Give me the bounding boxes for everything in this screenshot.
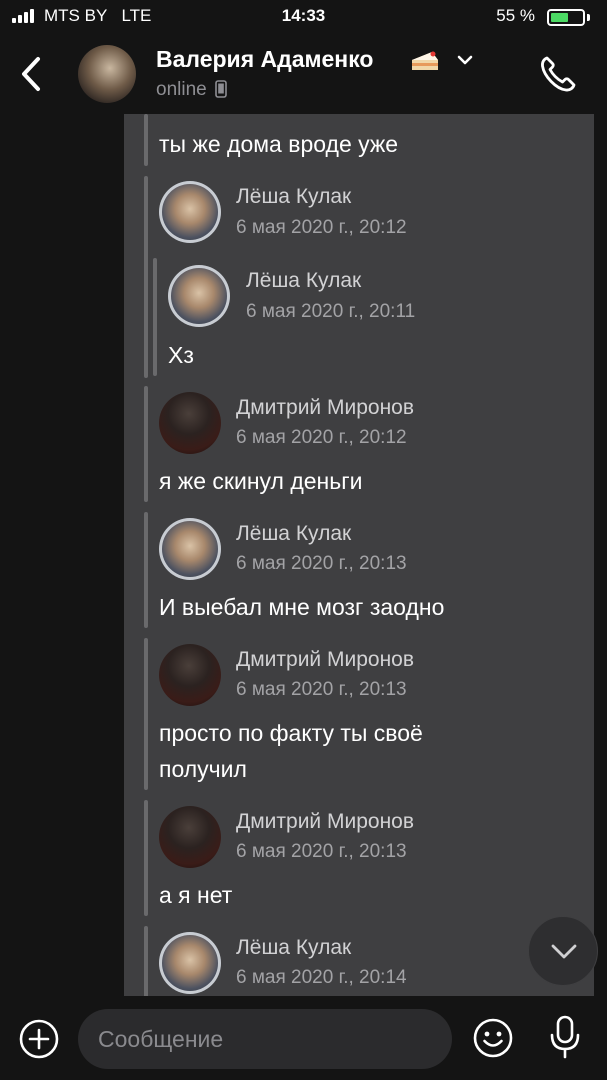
message-timestamp: 6 мая 2020 г., 20:13 bbox=[236, 679, 407, 700]
cake-icon bbox=[412, 51, 438, 70]
message-timestamp: 6 мая 2020 г., 20:12 bbox=[236, 217, 407, 238]
forward-bar bbox=[144, 926, 148, 996]
forward-bar bbox=[144, 638, 148, 790]
avatar[interactable] bbox=[159, 932, 221, 994]
message-text: я же скинул деньги bbox=[159, 468, 363, 494]
message-timestamp: 6 мая 2020 г., 20:12 bbox=[236, 427, 407, 448]
chat-header: Валерия Адаменко online bbox=[0, 36, 607, 114]
avatar[interactable] bbox=[159, 806, 221, 868]
message-author[interactable]: Лёша Кулак bbox=[246, 269, 361, 293]
message-timestamp: 6 мая 2020 г., 20:14 bbox=[236, 967, 407, 988]
chevron-down-icon[interactable] bbox=[456, 54, 474, 66]
avatar[interactable] bbox=[159, 392, 221, 454]
battery-percent: 55 % bbox=[496, 6, 535, 25]
message-timestamp: 6 мая 2020 г., 20:11 bbox=[246, 301, 416, 322]
message-author[interactable]: Дмитрий Миронов bbox=[236, 648, 414, 672]
contact-avatar[interactable] bbox=[78, 45, 136, 103]
status-bar: MTS BY LTE 14:33 55 % bbox=[0, 0, 607, 36]
avatar[interactable] bbox=[168, 265, 230, 327]
chevron-down-icon bbox=[551, 944, 577, 959]
message-feed[interactable]: ты же дома вроде уже Лёша Кулак 6 мая 20… bbox=[124, 114, 594, 996]
forward-bar bbox=[144, 800, 148, 916]
forward-bar bbox=[144, 176, 148, 378]
message-text: ты же дома вроде уже bbox=[159, 131, 399, 157]
forward-bar bbox=[144, 386, 148, 502]
back-icon[interactable] bbox=[18, 56, 44, 92]
message-timestamp: 6 мая 2020 г., 20:13 bbox=[236, 553, 407, 574]
phone-icon[interactable] bbox=[530, 46, 586, 102]
message-text: а я нет bbox=[159, 882, 233, 908]
forward-bar bbox=[144, 512, 148, 628]
battery-tip bbox=[587, 14, 590, 21]
message-author[interactable]: Лёша Кулак bbox=[236, 185, 351, 209]
nested-forward-bar bbox=[153, 258, 157, 376]
smile-icon[interactable] bbox=[472, 1017, 514, 1059]
forward-bar bbox=[144, 114, 148, 166]
scroll-down-button[interactable] bbox=[528, 916, 598, 986]
message-timestamp: 6 мая 2020 г., 20:13 bbox=[236, 841, 407, 862]
message-text: просто по факту ты своё получил bbox=[159, 720, 423, 782]
microphone-icon[interactable] bbox=[548, 1014, 582, 1060]
composer-bar bbox=[0, 996, 607, 1080]
message-author[interactable]: Дмитрий Миронов bbox=[236, 396, 414, 420]
message-author[interactable]: Лёша Кулак bbox=[236, 522, 351, 546]
contact-name[interactable]: Валерия Адаменко bbox=[156, 46, 373, 73]
mobile-icon bbox=[215, 80, 227, 98]
message-input[interactable] bbox=[78, 1009, 452, 1069]
avatar[interactable] bbox=[159, 644, 221, 706]
plus-icon[interactable] bbox=[18, 1018, 60, 1060]
presence-status: online bbox=[156, 79, 227, 101]
message-author[interactable]: Лёша Кулак bbox=[236, 936, 351, 960]
message-text: И выебал мне мозг заодно bbox=[159, 594, 445, 620]
avatar[interactable] bbox=[159, 518, 221, 580]
message-text: Хз bbox=[168, 342, 194, 368]
avatar[interactable] bbox=[159, 181, 221, 243]
battery-icon bbox=[547, 9, 585, 26]
message-author[interactable]: Дмитрий Миронов bbox=[236, 810, 414, 834]
